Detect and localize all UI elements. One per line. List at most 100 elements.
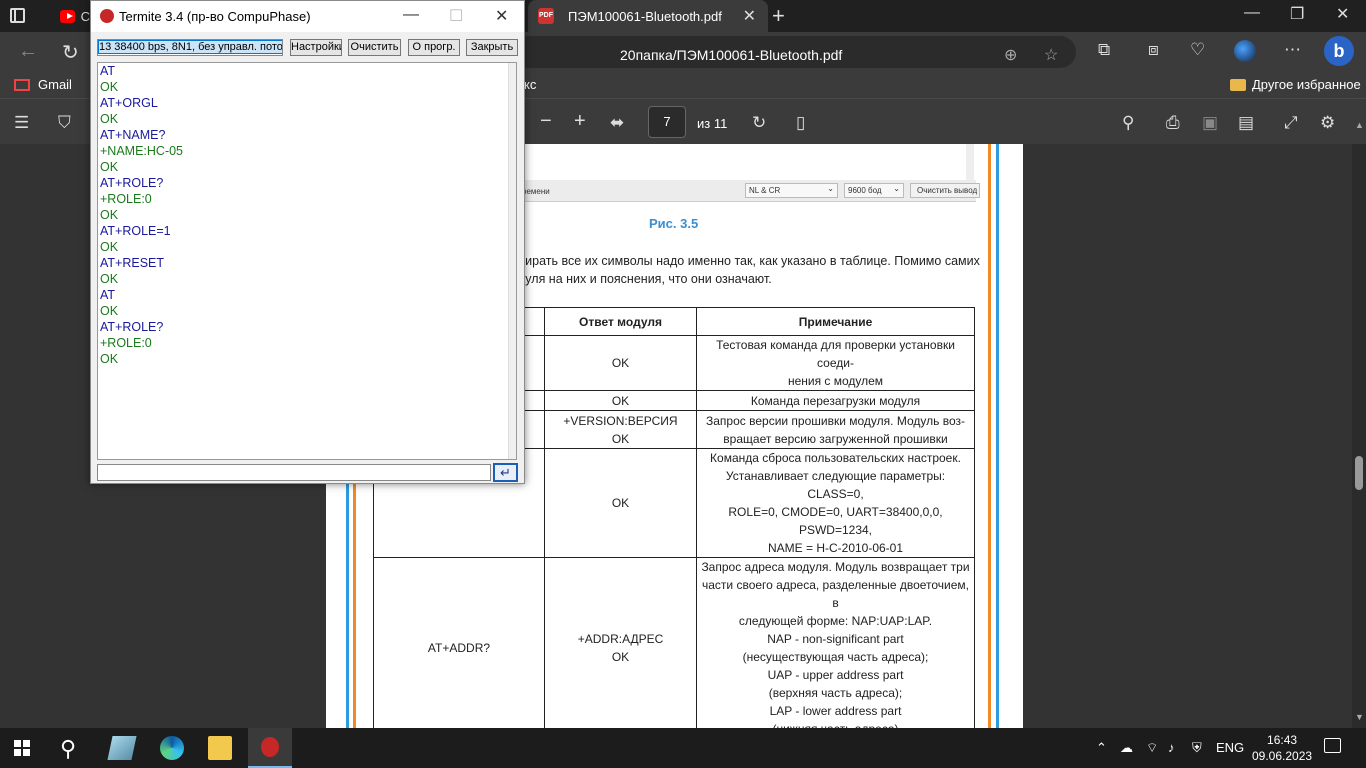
close-window-button[interactable]: ✕ [1336,4,1349,24]
security-icon[interactable]: ⛨ [1192,740,1202,756]
contents-icon[interactable]: ☰ [14,113,29,133]
volume-icon[interactable]: ♪ [1168,740,1175,755]
refresh-icon[interactable]: ↻ [62,40,79,65]
table-cell-note: Команда перезагрузки модуля [696,390,975,411]
fullscreen-icon[interactable]: ⤢ [1284,113,1298,133]
scroll-up-icon[interactable]: ▲ [1355,120,1364,130]
pdf-icon: PDF [538,8,554,24]
profile-avatar[interactable] [1234,40,1256,62]
serial-partial-label: ремени [522,187,550,196]
save-as-icon[interactable]: ▤ [1238,113,1254,133]
maximize-button[interactable]: ❐ [1290,4,1304,24]
line-ending-select: NL & CR [745,182,838,198]
zoom-out-button[interactable]: − [540,110,552,133]
favorite-gmail[interactable]: Gmail [14,77,72,92]
page-view-icon[interactable]: ▯ [796,113,805,133]
print-icon[interactable]: ⎙ [1166,113,1180,133]
zoom-icon[interactable]: ⊕ [1004,45,1017,65]
termite-port-status[interactable]: 13 38400 bps, 8N1, без управл. пото [97,39,283,56]
notifications-icon[interactable] [1324,738,1341,753]
favorite-star-icon[interactable]: ☆ [1044,45,1058,65]
termite-maximize-button[interactable]: ☐ [449,6,463,26]
table-cell-response: OK [544,448,697,558]
termite-title: Termite 3.4 (пр-во CompuPhase) [119,9,311,24]
favorite-partial[interactable]: кс [524,77,536,92]
table-cell-response: +VERSION:ВЕРСИЯ OK [544,410,697,449]
edge-icon[interactable] [160,736,184,760]
log-line-sent: AT+RESET [100,256,165,270]
termite-toolbar: 13 38400 bps, 8N1, без управл. пото Наст… [91,32,524,62]
table-cell-cmd: AT+ADDR? [373,557,545,728]
body-line-2: дуля на них и пояснения, что они означаю… [518,272,772,286]
tab-close-icon[interactable]: ✕ [743,6,756,26]
bing-copilot-icon[interactable]: b [1324,36,1354,66]
highlight-icon[interactable]: ⛉ [58,113,71,133]
termite-log[interactable]: AT OK AT+ORGL OK AT+NAME? +NAME:HC-05 OK AT+ROL… [97,62,517,460]
tray-overflow-icon[interactable]: ⌃ [1096,740,1107,756]
more-menu-icon[interactable]: ⋯ [1284,40,1301,60]
log-line-received: OK [100,352,119,366]
log-line-received: OK [100,112,119,126]
scroll-down-icon[interactable]: ▼ [1355,712,1364,722]
rotate-icon[interactable]: ↻ [752,113,766,133]
log-line-received: OK [100,80,119,94]
network-icon[interactable]: ⌔ [1146,740,1158,756]
save-icon[interactable]: ▣ [1202,113,1218,133]
termite-close-app-button[interactable]: Закрыть [466,39,518,56]
log-line-sent: AT [100,64,116,78]
table-cell-note: Команда сброса пользовательских настроек… [696,448,975,558]
log-line-sent: AT+NAME? [100,128,166,142]
termite-clear-button[interactable]: Очистить [348,39,401,56]
favorite-gmail-label: Gmail [38,77,72,92]
termite-minimize-button[interactable]: — [403,6,419,24]
extensions-icon[interactable]: ⧉ [1098,40,1110,60]
tab-youtube-label: С [80,8,90,24]
log-line-received: OK [100,272,119,286]
back-icon[interactable]: ← [18,40,38,63]
app-icon[interactable] [107,736,137,760]
zoom-in-button[interactable]: + [574,110,586,133]
clock[interactable]: 16:43 09.06.2023 [1252,732,1312,764]
log-scrollbar[interactable] [508,63,516,459]
scrollbar-thumb[interactable] [1355,456,1363,490]
onedrive-icon[interactable]: ☁ [1120,740,1133,756]
termite-taskbar-icon[interactable] [248,728,292,768]
minimize-button[interactable]: — [1244,4,1260,22]
find-icon[interactable]: ⚲ [1122,113,1134,133]
log-line-sent: AT [100,288,116,302]
search-icon[interactable]: ⚲ [60,736,76,762]
termite-settings-button[interactable]: Настройки [290,39,342,56]
tab-pdf[interactable]: PDF ПЭМ100061-Bluetooth.pdf ✕ [528,0,768,32]
collections-icon[interactable]: ⧈ [1148,40,1159,60]
log-line-received: +ROLE:0 [100,336,152,350]
page-number-input[interactable]: 7 [648,106,686,138]
baud-select: 9600 бод [844,182,904,198]
right-blue-stripe [996,144,999,728]
table-header-cell: Примечание [696,307,975,336]
table-cell-response: OK [544,335,697,391]
viewer-scrollbar[interactable]: ▲ ▼ [1352,120,1366,728]
enter-icon[interactable]: ↵ [493,463,518,482]
log-lines: AT OK AT+ORGL OK AT+NAME? +NAME:HC-05 OK AT+ROL… [98,63,516,367]
file-explorer-icon[interactable] [208,736,232,760]
workspaces-icon[interactable] [10,8,25,23]
settings-gear-icon[interactable]: ⚙ [1320,113,1335,133]
start-button[interactable] [14,740,30,756]
page-count: из 11 [697,116,728,131]
fit-width-icon[interactable]: ⬌ [610,113,624,133]
termite-close-button[interactable]: ✕ [495,6,508,26]
termite-window: Termite 3.4 (пр-во CompuPhase) — ☐ ✕ 13 … [90,0,525,484]
favorite-other-folder[interactable]: Другое избранное [1230,77,1361,92]
termite-title-bar[interactable]: Termite 3.4 (пр-во CompuPhase) — ☐ ✕ [91,1,524,32]
termite-about-button[interactable]: О прогр. [408,39,460,56]
clear-output-button: Очистить вывод [910,183,980,198]
tab-youtube[interactable]: С [56,0,90,32]
table-cell-note: Запрос адреса модуля. Модуль возвращает … [696,557,975,728]
table-cell-note: Запрос версии прошивки модуля. Модуль во… [696,410,975,449]
log-line-received: OK [100,304,119,318]
new-tab-button[interactable]: + [772,3,785,29]
language-indicator[interactable]: ENG [1216,740,1244,755]
browser-essentials-icon[interactable]: ♡ [1190,40,1205,60]
termite-command-input[interactable] [97,464,491,481]
log-line-sent: AT+ROLE? [100,176,164,190]
